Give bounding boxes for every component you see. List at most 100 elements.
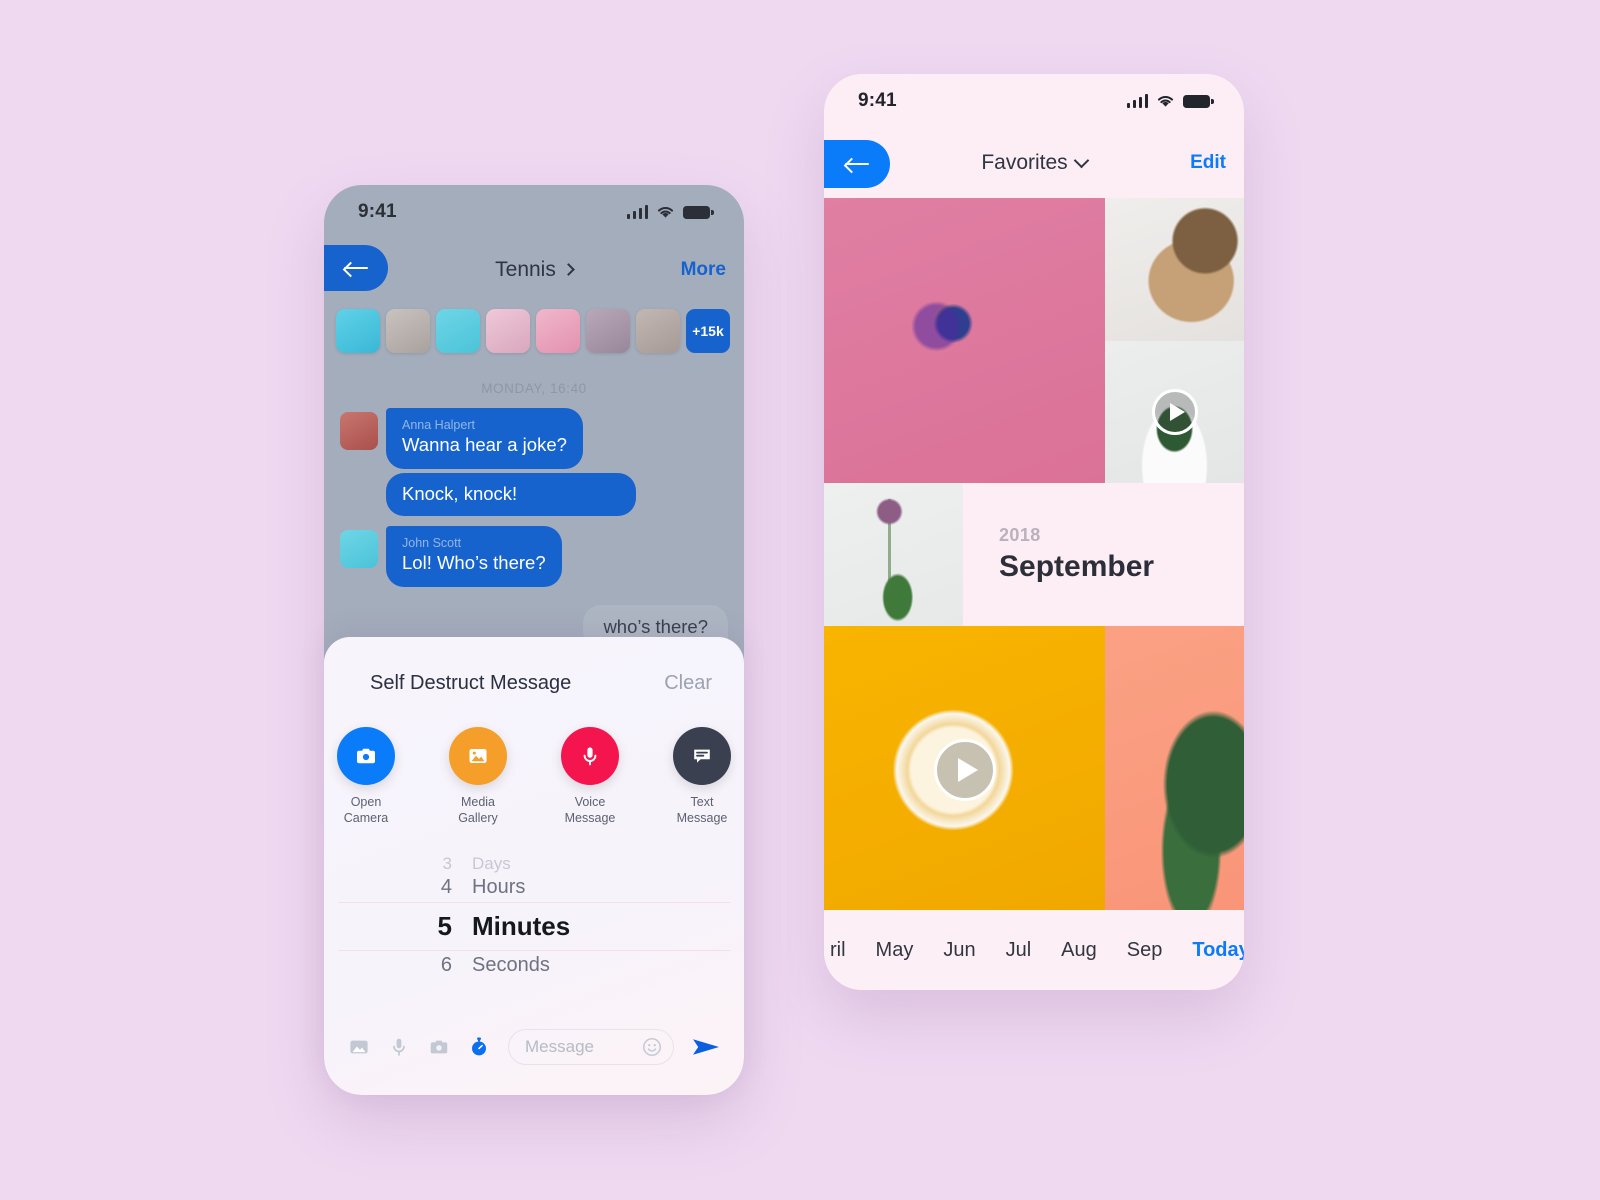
- clear-button[interactable]: Clear: [664, 672, 712, 695]
- month-item-jul[interactable]: Jul: [1006, 939, 1032, 962]
- photo-flower-bud[interactable]: [824, 483, 963, 626]
- photos-status-bar: 9:41: [824, 74, 1244, 128]
- picker-value: 6: [440, 953, 452, 976]
- status-time: 9:41: [358, 201, 397, 222]
- avatar[interactable]: [436, 309, 480, 353]
- microphone-icon[interactable]: [388, 1036, 410, 1058]
- message-input[interactable]: Message: [508, 1029, 674, 1065]
- album-year: 2018: [999, 525, 1041, 545]
- picker-value: 5: [437, 910, 452, 941]
- self-destruct-timer-picker[interactable]: 3 Days 4 Hours 5 Minutes 6 Seconds: [324, 853, 744, 978]
- wifi-icon: [1157, 95, 1174, 107]
- sheet-header: Self Destruct Message Clear: [324, 637, 744, 695]
- chat-title[interactable]: Tennis: [495, 258, 575, 282]
- picker-unit: Days: [472, 853, 511, 873]
- message-sender: Anna Halpert: [402, 418, 475, 432]
- avatar[interactable]: [636, 309, 680, 353]
- month-item-april[interactable]: ril: [830, 939, 846, 962]
- album-title-label: Favorites: [981, 151, 1068, 174]
- action-label: Text Message: [676, 795, 728, 826]
- picker-row-selected[interactable]: 5 Minutes: [324, 905, 744, 948]
- month-item-aug[interactable]: Aug: [1061, 939, 1097, 962]
- month-item-today[interactable]: Today: [1192, 939, 1244, 962]
- photo-succulent-peach[interactable]: [1105, 626, 1244, 914]
- avatar[interactable]: [486, 309, 530, 353]
- play-icon[interactable]: [1151, 389, 1198, 435]
- message-sender: John Scott: [402, 536, 462, 551]
- chat-bubble-icon: [694, 749, 710, 763]
- picker-unit: Hours: [472, 875, 526, 898]
- back-button[interactable]: [324, 245, 388, 291]
- photo-pink-ship[interactable]: [824, 198, 1105, 483]
- action-label: Media Gallery: [458, 795, 498, 826]
- arrow-left-icon: [845, 157, 869, 172]
- avatar[interactable]: [336, 309, 380, 353]
- avatar[interactable]: [586, 309, 630, 353]
- back-button[interactable]: [824, 140, 890, 188]
- picker-divider-bottom: [338, 949, 730, 951]
- avatar[interactable]: [386, 309, 430, 353]
- album-month-card: 2018 September: [963, 483, 1244, 626]
- edit-button[interactable]: Edit: [1190, 152, 1226, 174]
- photo-woman-hat[interactable]: [1105, 198, 1244, 341]
- image-icon[interactable]: [348, 1036, 370, 1058]
- action-row: Open Camera Media Gallery Voice Message …: [324, 695, 744, 827]
- smiley-icon[interactable]: [641, 1036, 663, 1058]
- picker-divider-top: [338, 901, 730, 903]
- message-row: Anna Halpert Wanna hear a joke?: [340, 408, 728, 470]
- picker-value: 3: [442, 853, 452, 873]
- participants-strip[interactable]: +15k: [324, 301, 744, 367]
- voice-message-button[interactable]: Voice Message: [548, 727, 632, 827]
- participants-count-badge[interactable]: +15k: [686, 309, 730, 353]
- picker-value: 4: [440, 875, 452, 898]
- wifi-icon: [657, 206, 674, 218]
- status-icons: [1126, 94, 1214, 108]
- avatar[interactable]: [340, 412, 378, 450]
- status-icons: [626, 205, 714, 219]
- camera-icon: [357, 748, 375, 764]
- play-icon[interactable]: [933, 739, 996, 801]
- message-list: Anna Halpert Wanna hear a joke? Knock, k…: [324, 408, 744, 650]
- photos-nav-bar: Favorites Edit: [824, 128, 1244, 198]
- message-bubble[interactable]: John Scott Lol! Who’s there?: [386, 526, 562, 588]
- month-item-jun[interactable]: Jun: [943, 939, 975, 962]
- battery-icon: [1183, 95, 1214, 108]
- picker-unit: Seconds: [472, 953, 550, 976]
- chevron-down-icon: [1073, 152, 1089, 168]
- open-camera-button[interactable]: Open Camera: [324, 727, 408, 827]
- microphone-icon: [583, 747, 597, 766]
- album-month: September: [999, 550, 1155, 583]
- message-bubble[interactable]: Anna Halpert Wanna hear a joke?: [386, 408, 583, 470]
- text-message-button[interactable]: Text Message: [660, 727, 744, 827]
- chevron-right-icon: [561, 263, 575, 276]
- cellular-signal-icon: [1126, 94, 1148, 108]
- picker-row[interactable]: 6 Seconds: [324, 953, 744, 978]
- more-button[interactable]: More: [681, 259, 726, 281]
- timer-icon[interactable]: [468, 1036, 490, 1058]
- self-destruct-sheet: Self Destruct Message Clear OpenCamera: [324, 637, 744, 1095]
- photo-lemon-yellow[interactable]: [824, 626, 1105, 914]
- photo-cactus-pot[interactable]: [1105, 341, 1244, 483]
- camera-icon[interactable]: [428, 1036, 450, 1058]
- message-bubble[interactable]: Knock, knock!: [386, 473, 636, 517]
- avatar[interactable]: [340, 530, 378, 569]
- photo-grid: 2018 September: [824, 198, 1244, 914]
- photo-grid-row: [824, 626, 1244, 914]
- day-separator: MONDAY, 16:40: [481, 381, 587, 396]
- image-icon: [469, 749, 487, 763]
- send-icon[interactable]: [692, 1036, 720, 1058]
- picker-row[interactable]: 4 Hours: [324, 875, 744, 900]
- message-text: Lol! Who’s there?: [402, 552, 546, 574]
- month-scrubber[interactable]: ril May Jun Jul Aug Sep Today: [824, 910, 1244, 990]
- month-item-sep[interactable]: Sep: [1127, 939, 1163, 962]
- avatar[interactable]: [536, 309, 580, 353]
- photo-grid-row: [824, 198, 1244, 483]
- sheet-title: Self Destruct Message: [370, 672, 572, 694]
- month-item-may[interactable]: May: [876, 939, 914, 962]
- battery-icon: [683, 206, 714, 219]
- picker-row[interactable]: 3 Days: [324, 853, 744, 875]
- message-placeholder: Message: [525, 1037, 594, 1056]
- album-title[interactable]: Favorites: [981, 151, 1089, 175]
- media-gallery-button[interactable]: Media Gallery: [436, 727, 520, 827]
- message-text: Wanna hear a joke?: [402, 434, 567, 456]
